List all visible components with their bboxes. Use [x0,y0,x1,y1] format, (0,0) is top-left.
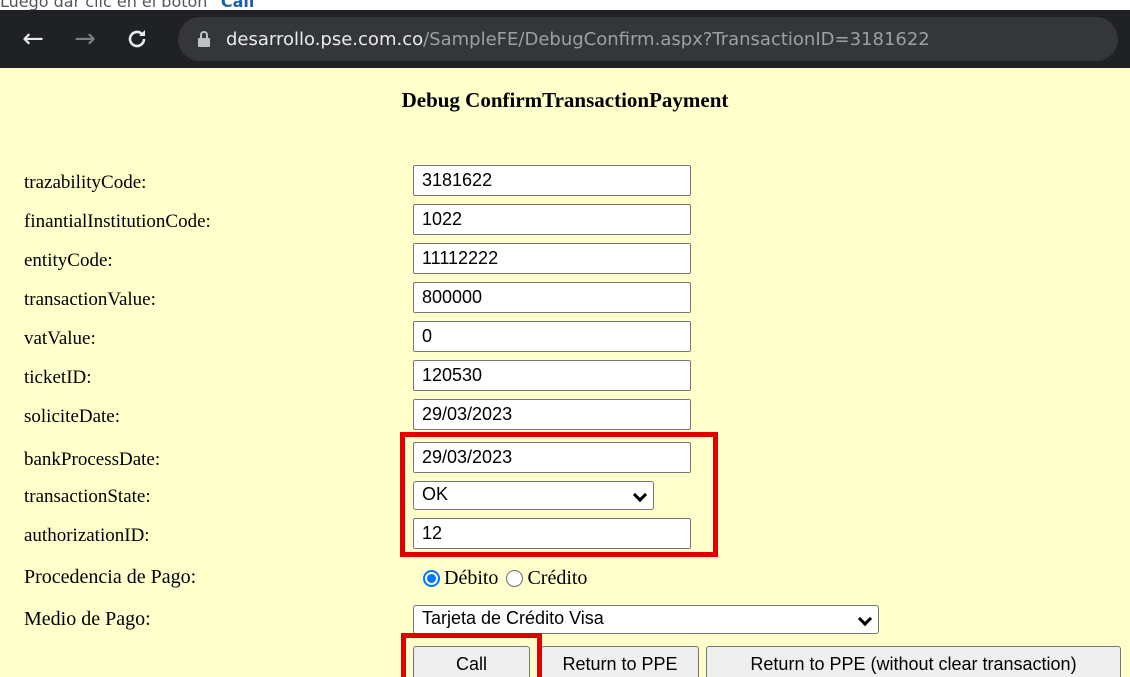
page-title: Debug ConfirmTransactionPayment [401,88,729,112]
financial-institution-code-input[interactable]: 1022 [413,204,691,235]
highlight-box-state-fields [400,432,718,557]
label-procedencia-pago: Procedencia de Pago: [24,566,197,588]
label-solicite-date: soliciteDate: [24,406,121,427]
caption-button-ref: "Call" [212,0,263,10]
solicite-date-input[interactable]: 29/03/2023 [413,399,691,430]
forward-arrow-icon[interactable]: → [70,24,100,54]
highlight-box-call-button [401,633,542,677]
label-authorization-id: authorizationID: [24,525,150,546]
debug-page: Debug ConfirmTransactionPayment trazabil… [0,68,1130,677]
label-transaction-state: transactionState: [24,486,151,507]
caption-text: Luego dar clic en el botón [0,0,213,10]
radio-credito[interactable] [506,569,524,587]
label-financial-institution-code: finantialInstitutionCode: [24,211,211,232]
ticket-id-input[interactable]: 120530 [413,360,691,391]
radio-debito[interactable] [423,569,440,587]
trazability-code-input[interactable]: 3181622 [413,165,691,196]
return-to-ppe-no-clear-button[interactable]: Return to PPE (without clear transaction… [706,646,1121,677]
transaction-value-input[interactable]: 800000 [413,282,691,313]
label-medio-pago: Medio de Pago: [24,608,151,630]
label-transaction-value: transactionValue: [24,289,156,310]
radio-credito-label: Crédito [527,566,588,589]
vat-value-input[interactable]: 0 [413,321,691,352]
radio-debito-label: Débito [444,566,499,589]
procedencia-pago-radios: Débito Crédito [423,564,595,592]
reload-icon[interactable] [122,24,152,54]
caption: Luego dar clic en el botón "Call" [0,0,1130,10]
label-bank-process-date: bankProcessDate: [24,449,161,470]
url-path: /SampleFE/DebugConfirm.aspx?TransactionI… [423,28,930,50]
lock-icon [198,31,210,47]
address-bar[interactable]: desarrollo.pse.com.co/SampleFE/DebugConf… [178,17,1118,61]
label-entity-code: entityCode: [24,250,113,271]
label-ticket-id: ticketID: [24,367,92,388]
medio-pago-value: Tarjeta de Crédito Visa [422,608,604,628]
medio-pago-select[interactable]: Tarjeta de Crédito Visa [413,605,879,634]
url-host: desarrollo.pse.com.co [226,28,424,50]
label-vat-value: vatValue: [24,328,96,349]
return-to-ppe-button[interactable]: Return to PPE [541,646,699,677]
browser-toolbar: ← → desarrollo.pse.com.co/SampleFE/Debug… [0,10,1130,68]
label-trazability-code: trazabilityCode: [24,172,147,193]
back-arrow-icon[interactable]: ← [18,24,48,54]
chevron-down-icon [857,611,873,627]
entity-code-input[interactable]: 11112222 [413,243,691,274]
